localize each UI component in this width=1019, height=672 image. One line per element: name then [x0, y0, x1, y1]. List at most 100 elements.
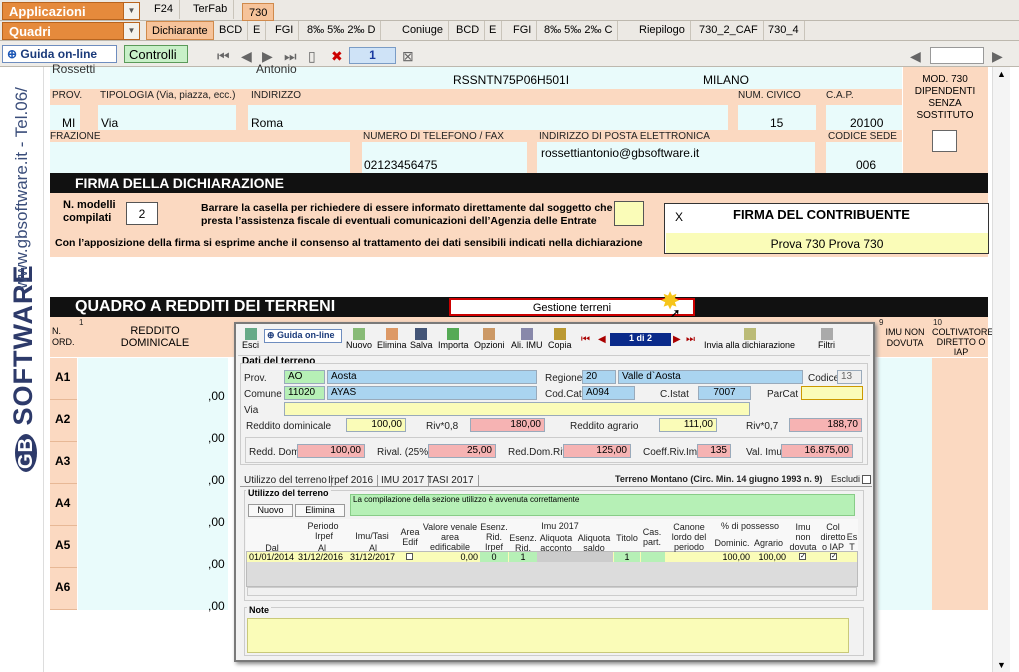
via-field[interactable] — [284, 402, 750, 416]
util-nuovo-button[interactable]: Nuovo — [248, 504, 293, 517]
subtab-e[interactable]: E — [248, 21, 267, 40]
gc-imunon-checkbox[interactable]: ✓ — [799, 553, 806, 560]
cistat-field[interactable]: 7007 — [698, 386, 751, 400]
scroll-up-icon[interactable]: ▲ — [997, 69, 1006, 79]
tab-terfab[interactable]: TerFab — [187, 0, 235, 19]
gc-cas[interactable] — [641, 552, 665, 562]
gc-coltiap-checkbox[interactable]: ✓ — [830, 553, 837, 560]
esci-button[interactable]: Esci — [242, 328, 259, 350]
ra-field[interactable]: 111,00 — [659, 418, 717, 432]
delete-page-icon[interactable]: ✖ — [331, 48, 343, 65]
gc-venale[interactable]: 0,00 — [422, 552, 478, 562]
mod730-checkbox[interactable] — [932, 130, 957, 152]
chevron-down-icon[interactable]: ▼ — [123, 23, 139, 39]
prov-code-field[interactable]: AO — [284, 370, 325, 384]
firma-contribuente-value[interactable]: Prova 730 Prova 730 — [666, 233, 988, 253]
first-record-icon[interactable]: ⏮ — [581, 334, 590, 345]
prov-name-field[interactable]: Aosta — [327, 370, 537, 384]
quadri-combo[interactable]: Quadri ▼ — [2, 22, 140, 40]
opzioni-button[interactable]: Opzioni — [474, 328, 505, 350]
scroll-right-icon[interactable]: ▶ — [992, 48, 1003, 65]
imu-col — [878, 358, 932, 610]
util-elimina-button[interactable]: Elimina — [295, 504, 345, 517]
regione-code-field[interactable]: 20 — [582, 370, 616, 384]
applicazioni-combo[interactable]: Applicazioni ▼ — [2, 2, 140, 20]
chevron-down-icon[interactable]: ▼ — [123, 3, 139, 19]
invia-button[interactable]: Invia alla dichiarazione — [704, 328, 795, 350]
next-record-icon[interactable]: ▶ — [673, 334, 681, 345]
escludi-checkbox[interactable] — [862, 475, 871, 484]
copia-button[interactable]: Copia — [548, 328, 572, 350]
tab-f24[interactable]: F24 — [148, 0, 180, 19]
reddomriv-label: Red.Dom.Riv. — [508, 447, 570, 458]
gc-titolo[interactable]: 1 — [614, 552, 640, 562]
rd-field[interactable]: 100,00 — [346, 418, 406, 432]
subtab-730-4[interactable]: 730_4 — [763, 21, 805, 40]
subtab-imu[interactable]: IMU 2017 — [381, 475, 430, 486]
gc-area-checkbox[interactable] — [406, 553, 413, 560]
subtab-8x1000-d[interactable]: 8‰ 5‰ 2‰ D — [302, 21, 382, 40]
gc-al-imu[interactable]: 31/12/2017 — [350, 552, 395, 562]
page-number-field[interactable]: 1 — [349, 47, 396, 64]
subtab-fgi[interactable]: FGI — [270, 21, 300, 40]
gh-imu2017: Imu 2017 — [541, 521, 579, 531]
subtab-utilizzo[interactable]: Utilizzo del terreno — [244, 475, 332, 486]
dialog-guida-button[interactable]: ⊕ Guida on-line — [264, 329, 342, 343]
elimina-button[interactable]: Elimina — [377, 328, 407, 350]
gc-esenz[interactable]: 0 — [480, 552, 508, 562]
subtab-bcd[interactable]: BCD — [214, 21, 249, 40]
comune-code-field[interactable]: 11020 — [284, 386, 325, 400]
grid-hscrollbar[interactable] — [247, 587, 857, 596]
subtab-8x1000-c[interactable]: 8‰ 5‰ 2‰ C — [539, 21, 619, 40]
subtab-irpef[interactable]: Irpef 2016 — [328, 475, 379, 486]
gc-esenzrid[interactable]: 1 — [509, 552, 537, 562]
main-scrollbar[interactable]: ▲ ▼ — [992, 67, 1010, 672]
regione-name-field[interactable]: Valle d`Aosta — [618, 370, 803, 384]
controlli-button[interactable]: Controlli — [124, 45, 188, 63]
gc-al-irpef[interactable]: 31/12/2016 — [298, 552, 343, 562]
parcat-field[interactable] — [801, 386, 863, 400]
subtab-bcd-c[interactable]: BCD — [451, 21, 486, 40]
reddito-a2[interactable]: ,00 — [208, 431, 225, 445]
gc-domin[interactable]: 100,00 — [714, 552, 750, 562]
nuovo-button[interactable]: Nuovo — [346, 328, 372, 350]
importa-button[interactable]: Importa — [438, 328, 469, 350]
reddito-a4[interactable]: ,00 — [208, 515, 225, 529]
scroll-left-icon[interactable]: ◀ — [910, 48, 921, 65]
reddito-a5[interactable]: ,00 — [208, 557, 225, 571]
salva-button[interactable]: Salva — [410, 328, 433, 350]
guida-online-button[interactable]: ⊕ Guida on-line — [2, 45, 117, 63]
subtab-riepilogo[interactable]: Riepilogo — [634, 21, 691, 40]
note-textarea[interactable] — [247, 618, 849, 653]
tab-730[interactable]: 730 — [242, 3, 275, 21]
print-icon[interactable]: ⊠ — [402, 48, 414, 65]
gc-aliqacc[interactable] — [537, 552, 613, 562]
nmod-field[interactable]: 2 — [126, 202, 158, 225]
subtab-dichiarante[interactable]: Dichiarante — [146, 21, 214, 40]
prev-page-icon[interactable]: ◀ — [241, 48, 252, 65]
first-page-icon[interactable]: ⏮ — [217, 48, 230, 65]
ali-imu-button[interactable]: Ali. IMU — [511, 328, 543, 350]
codcat-field[interactable]: A094 — [582, 386, 635, 400]
gc-agrario[interactable]: 100,00 — [751, 552, 786, 562]
codice-field[interactable]: 13 — [837, 370, 862, 384]
subtab-fgi-c[interactable]: FGI — [508, 21, 538, 40]
comune-name-field[interactable]: AYAS — [327, 386, 537, 400]
prev-record-icon[interactable]: ◀ — [598, 334, 606, 345]
scroll-down-icon[interactable]: ▼ — [997, 660, 1006, 670]
gestione-terreni-button[interactable]: Gestione terreni — [449, 298, 695, 316]
last-record-icon[interactable]: ⏭ — [686, 334, 695, 345]
firma-x[interactable]: X — [668, 207, 690, 227]
subtab-tasi[interactable]: TASI 2017 — [427, 475, 479, 486]
gc-dal[interactable]: 01/01/2014 — [249, 552, 294, 562]
reddito-a6[interactable]: ,00 — [208, 599, 225, 613]
filtri-button[interactable]: Filtri — [818, 328, 835, 350]
subtab-e-c[interactable]: E — [484, 21, 503, 40]
barrare-checkbox[interactable] — [614, 201, 644, 226]
subtab-coniuge[interactable]: Coniuge — [397, 21, 449, 40]
subtab-730-2-caf[interactable]: 730_2_CAF — [694, 21, 764, 40]
search-field[interactable] — [930, 47, 984, 64]
new-page-icon[interactable]: ▯ — [308, 48, 316, 65]
reddito-a3[interactable]: ,00 — [208, 473, 225, 487]
reddito-a1[interactable]: ,00 — [208, 389, 225, 403]
